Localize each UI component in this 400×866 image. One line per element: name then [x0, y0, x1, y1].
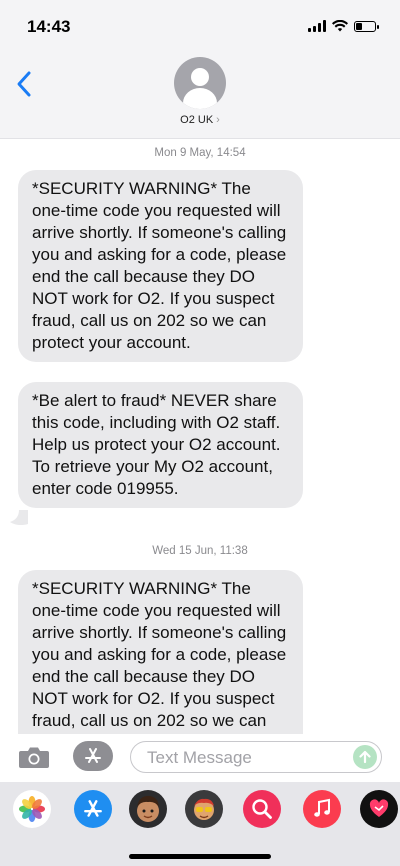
message-input-field[interactable] — [130, 741, 382, 773]
messages-screen: 14:43 O2 UK › Mon 9 May, 14:54 *SECURITY… — [0, 0, 400, 866]
search-images-app-button[interactable] — [243, 790, 281, 828]
camera-icon[interactable] — [19, 746, 49, 768]
message-text: *SECURITY WARNING* The one-time code you… — [32, 179, 287, 352]
status-icons — [308, 20, 379, 32]
contact-name-button[interactable]: O2 UK › — [0, 114, 400, 126]
home-indicator[interactable] — [129, 854, 271, 859]
timestamp: Mon 9 May, 14:54 — [154, 147, 246, 159]
battery-fill — [356, 22, 362, 30]
fitness-heart-icon — [369, 799, 389, 817]
send-button[interactable] — [353, 745, 377, 769]
memoji-stickers-icon — [194, 798, 214, 820]
message-text: *SECURITY WARNING* The one-time code you… — [32, 579, 287, 752]
message-text: *Be alert to fraud* NEVER share this cod… — [32, 391, 281, 498]
bubble-tail — [10, 510, 28, 526]
memoji-icon — [137, 796, 159, 822]
person-icon — [183, 68, 217, 109]
arrow-up-icon — [359, 750, 371, 764]
conversation-header: O2 UK › — [0, 50, 400, 139]
contact-name: O2 UK — [180, 114, 214, 126]
app-store-app-button[interactable] — [74, 790, 112, 828]
message-bubble[interactable]: *SECURITY WARNING* The one-time code you… — [18, 170, 303, 362]
app-store-icon — [84, 800, 102, 817]
contact-details-chevron: › — [216, 114, 220, 126]
search-images-icon — [252, 799, 272, 819]
contact-avatar[interactable] — [174, 57, 226, 109]
status-bar: 14:43 — [0, 0, 400, 50]
battery-icon — [354, 20, 379, 32]
wifi-icon — [332, 20, 348, 32]
message-input[interactable] — [145, 746, 339, 770]
memoji-app-button[interactable] — [129, 790, 167, 828]
app-store-icon — [85, 748, 101, 763]
memoji-stickers-app-button[interactable] — [185, 790, 223, 828]
music-icon — [314, 798, 330, 817]
timestamp: Wed 15 Jun, 11:38 — [152, 545, 248, 557]
photos-app-button[interactable] — [13, 790, 51, 828]
chevron-left-icon[interactable] — [16, 70, 32, 98]
message-bubble[interactable]: *Be alert to fraud* NEVER share this cod… — [18, 382, 303, 508]
app-store-apps-button[interactable] — [73, 741, 113, 771]
cellular-signal-icon — [308, 20, 326, 32]
status-time: 14:43 — [27, 17, 71, 36]
photos-icon — [19, 796, 45, 822]
compose-bar — [0, 734, 400, 780]
music-app-button[interactable] — [303, 790, 341, 828]
fitness-app-button[interactable] — [360, 790, 398, 828]
